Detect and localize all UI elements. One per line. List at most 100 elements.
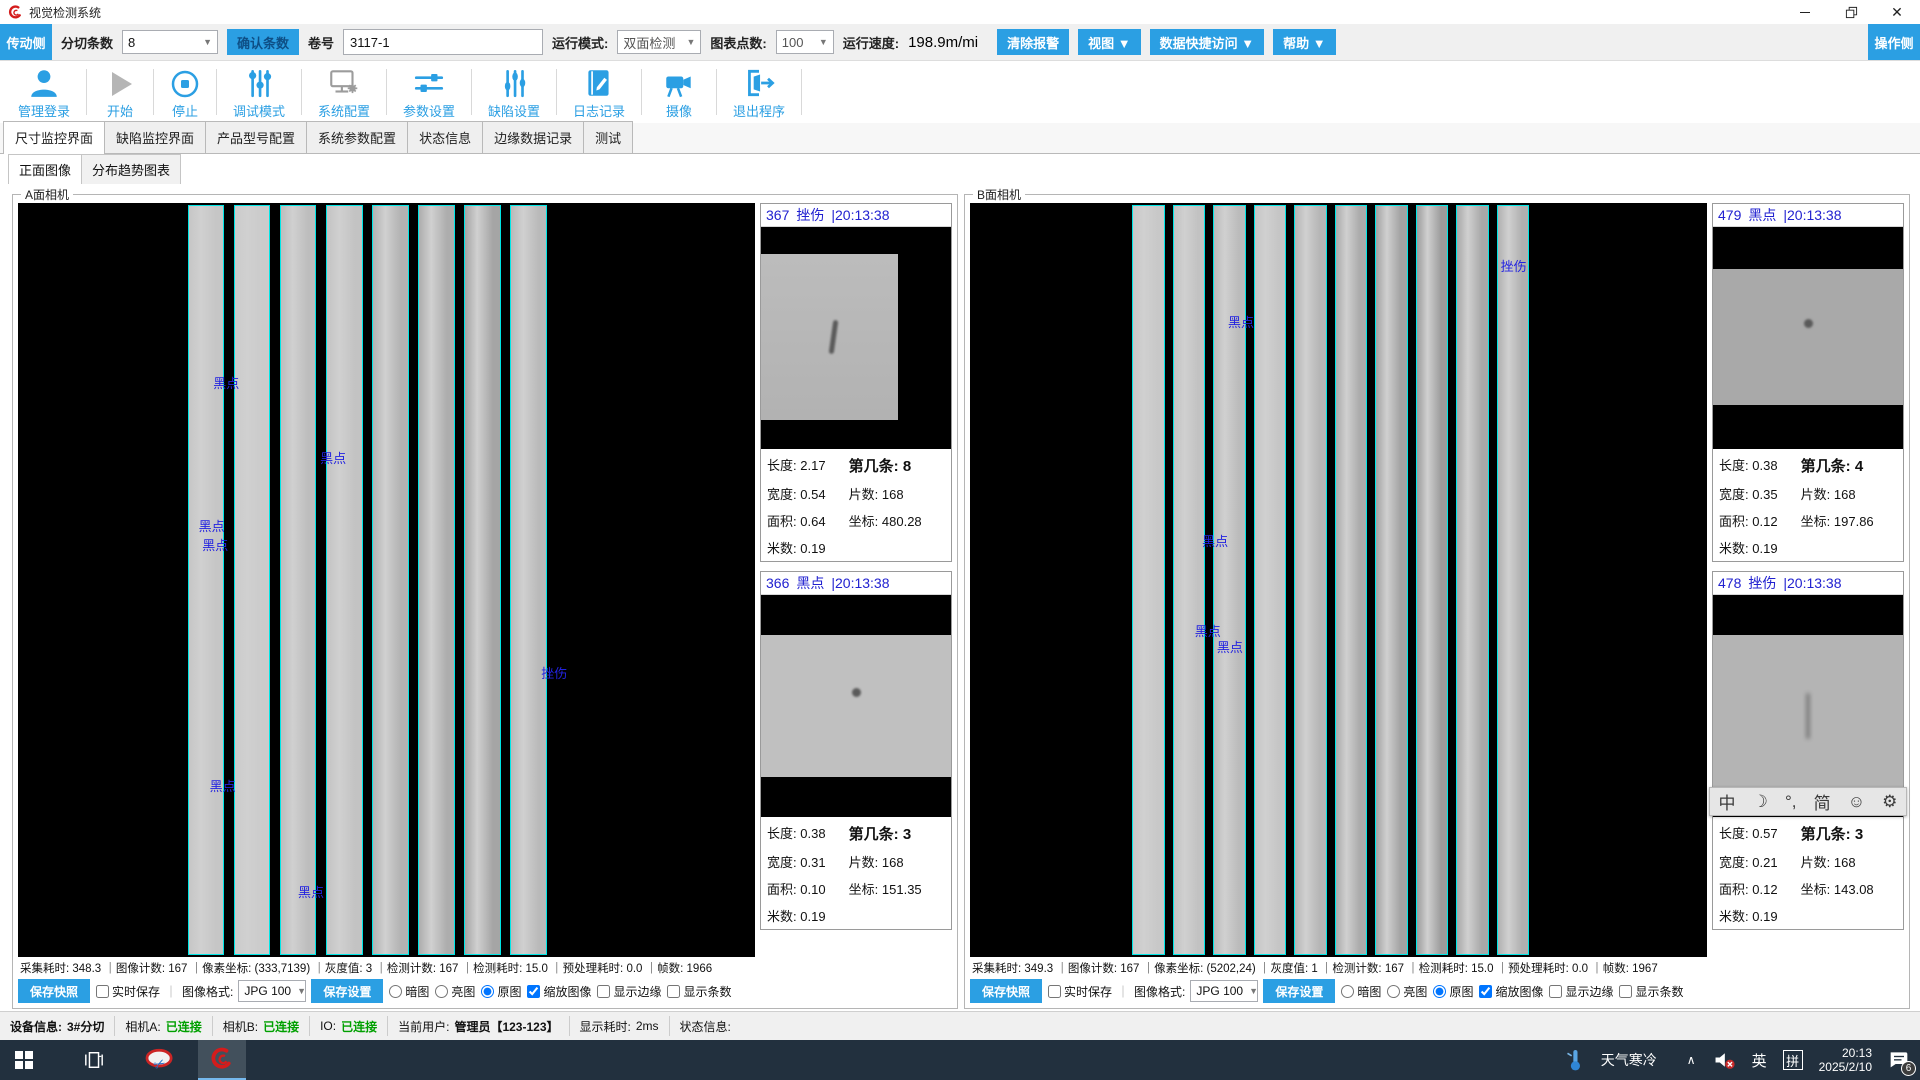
image-format-select[interactable]: JPG 100▼ — [1190, 980, 1258, 1002]
taskbar-time: 20:13 — [1819, 1046, 1872, 1060]
screenshot-app-button[interactable]: ✂ — [136, 1040, 184, 1080]
tab-front-image[interactable]: 正面图像 — [8, 154, 82, 184]
tray-chevron-icon[interactable]: ∧ — [1687, 1053, 1696, 1067]
dark-image-radio[interactable]: 暗图 — [388, 983, 429, 1000]
tab-product-model-config[interactable]: 产品型号配置 — [205, 121, 307, 153]
close-button[interactable]: ✕ — [1874, 0, 1920, 24]
defect-image — [1713, 227, 1903, 449]
confirm-count-button[interactable]: 确认条数 — [227, 29, 299, 55]
admin-login-button[interactable]: 管理登录 — [4, 61, 84, 123]
save-snapshot-button[interactable]: 保存快照 — [18, 979, 90, 1003]
taskbar-clock[interactable]: 20:13 2025/2/10 — [1819, 1046, 1872, 1075]
tab-system-params-config[interactable]: 系统参数配置 — [306, 121, 408, 153]
restore-button[interactable] — [1828, 0, 1874, 24]
bright-image-radio[interactable]: 亮图 — [1386, 983, 1427, 1000]
defect-mark-label: 黑点 — [199, 516, 225, 535]
camera-a-conn-status: 已连接 — [166, 1018, 202, 1035]
view-menu-button[interactable]: 视图 ▼ — [1078, 29, 1140, 55]
secondary-tab-bar: 正面图像 分布趋势图表 — [0, 154, 1920, 184]
save-settings-button[interactable]: 保存设置 — [1263, 979, 1335, 1003]
defect-strip-no: 3 — [1855, 826, 1863, 843]
zoom-image-checkbox[interactable]: 缩放图像 — [1478, 983, 1543, 1000]
dark-image-radio[interactable]: 暗图 — [1340, 983, 1381, 1000]
exit-program-button[interactable]: 退出程序 — [719, 61, 799, 123]
defect-card[interactable]: 366 黑点 |20:13:38 长度: 0.38 第几条: 3 宽度: 0.3… — [760, 571, 952, 930]
scissors-app-icon: ✂ — [145, 1047, 175, 1073]
operator-side-button[interactable]: 操作侧 — [1868, 24, 1920, 60]
speaker-muted-icon[interactable] — [1712, 1049, 1736, 1071]
punctuation-mode[interactable]: °, — [1785, 792, 1797, 812]
defect-coord: 480.28 — [882, 514, 922, 529]
tab-size-monitor[interactable]: 尺寸监控界面 — [3, 121, 105, 154]
realtime-save-checkbox[interactable]: 实时保存 — [1047, 983, 1112, 1000]
realtime-save-checkbox[interactable]: 实时保存 — [95, 983, 160, 1000]
original-image-radio[interactable]: 原图 — [1432, 983, 1473, 1000]
task-view-icon — [84, 1050, 104, 1070]
help-menu-button[interactable]: 帮助 ▼ — [1273, 29, 1335, 55]
defect-length: 0.38 — [1752, 458, 1777, 473]
log-record-button[interactable]: 日志记录 — [559, 61, 639, 123]
tab-defect-monitor[interactable]: 缺陷监控界面 — [104, 121, 206, 153]
notification-center-button[interactable]: 6 — [1888, 1049, 1910, 1072]
camera-a-image[interactable]: 黑点黑点黑点黑点挫伤黑点黑点 — [18, 203, 755, 957]
vision-app-button[interactable] — [198, 1040, 246, 1080]
defect-card[interactable]: 367 挫伤 |20:13:38 长度: 2.17 第几条: 8 宽度: 0.5… — [760, 203, 952, 562]
minimize-button[interactable] — [1782, 0, 1828, 24]
defect-meters: 0.19 — [1752, 909, 1777, 924]
tab-edge-data-record[interactable]: 边缘数据记录 — [482, 121, 584, 153]
pinyin-ime-indicator[interactable]: 拼 — [1783, 1050, 1803, 1070]
language-indicator[interactable]: 英 — [1752, 1050, 1767, 1071]
chart-points-select[interactable]: 100 ▼ — [776, 30, 834, 54]
emoji-icon[interactable]: ☺ — [1848, 792, 1865, 812]
defect-type: 黑点 — [796, 573, 824, 593]
defect-card[interactable]: 478 挫伤 |20:13:38 长度: 0.57 第几条: 3 宽度: 0.2… — [1712, 571, 1904, 930]
film-strip — [1456, 205, 1488, 955]
run-mode-select[interactable]: 双面检测 ▼ — [617, 30, 701, 54]
start-button[interactable]: 开始 — [89, 61, 151, 123]
show-count-checkbox[interactable]: 显示条数 — [666, 983, 731, 1000]
task-view-button[interactable] — [70, 1040, 118, 1080]
zoom-image-checkbox[interactable]: 缩放图像 — [526, 983, 591, 1000]
defect-width: 0.54 — [800, 487, 825, 502]
split-count-select[interactable]: 8 ▼ — [122, 30, 218, 54]
data-quick-access-button[interactable]: 数据快捷访问 ▼ — [1150, 29, 1264, 55]
tab-status-info[interactable]: 状态信息 — [407, 121, 483, 153]
system-config-icon — [327, 66, 361, 100]
moon-icon[interactable]: ☽ — [1753, 792, 1768, 812]
drive-side-button[interactable]: 传动侧 — [0, 24, 52, 60]
main-content: A面相机 黑点黑点黑点黑点挫伤黑点黑点 367 挫伤 |20:13:38 长度:… — [0, 184, 1920, 1011]
defect-card[interactable]: 479 黑点 |20:13:38 长度: 0.38 第几条: 4 宽度: 0.3… — [1712, 203, 1904, 562]
split-count-label: 分切条数 — [61, 33, 113, 52]
run-mode-label: 运行模式: — [552, 33, 608, 52]
capture-button[interactable]: 摄像 — [644, 61, 714, 123]
clear-alarm-button[interactable]: 清除报警 — [997, 29, 1069, 55]
display-time-label: 显示耗时: — [580, 1018, 631, 1035]
params-settings-button[interactable]: 参数设置 — [389, 61, 469, 123]
save-settings-button[interactable]: 保存设置 — [311, 979, 383, 1003]
gear-icon[interactable]: ⚙ — [1882, 792, 1897, 812]
save-snapshot-button[interactable]: 保存快照 — [970, 979, 1042, 1003]
system-config-button[interactable]: 系统配置 — [304, 61, 384, 123]
notification-badge: 6 — [1901, 1061, 1916, 1076]
show-count-checkbox[interactable]: 显示条数 — [1618, 983, 1683, 1000]
show-edge-checkbox[interactable]: 显示边缘 — [1548, 983, 1613, 1000]
original-image-radio[interactable]: 原图 — [480, 983, 521, 1000]
debug-mode-button[interactable]: 调试模式 — [219, 61, 299, 123]
weather-status[interactable]: 天气寒冷 — [1601, 1050, 1657, 1070]
camera-b-image[interactable]: 挫伤黑点黑点黑点黑点 — [970, 203, 1707, 957]
bright-image-radio[interactable]: 亮图 — [434, 983, 475, 1000]
simplified-mode[interactable]: 简 — [1814, 789, 1831, 814]
image-format-select[interactable]: JPG 100▼ — [238, 980, 306, 1002]
defect-mark-label: 黑点 — [320, 448, 346, 467]
ime-chinese-mode[interactable]: 中 — [1719, 789, 1736, 814]
defect-strip-no: 4 — [1855, 458, 1863, 475]
show-edge-checkbox[interactable]: 显示边缘 — [596, 983, 661, 1000]
start-button[interactable] — [0, 1040, 48, 1080]
roll-number-input[interactable]: 3117-1 — [343, 29, 543, 55]
defect-strip-no: 3 — [903, 826, 911, 843]
tab-trend-chart[interactable]: 分布趋势图表 — [81, 154, 181, 184]
roll-number-label: 卷号 — [308, 33, 334, 52]
stop-button[interactable]: 停止 — [156, 61, 214, 123]
tab-test[interactable]: 测试 — [583, 121, 633, 153]
defect-settings-button[interactable]: 缺陷设置 — [474, 61, 554, 123]
